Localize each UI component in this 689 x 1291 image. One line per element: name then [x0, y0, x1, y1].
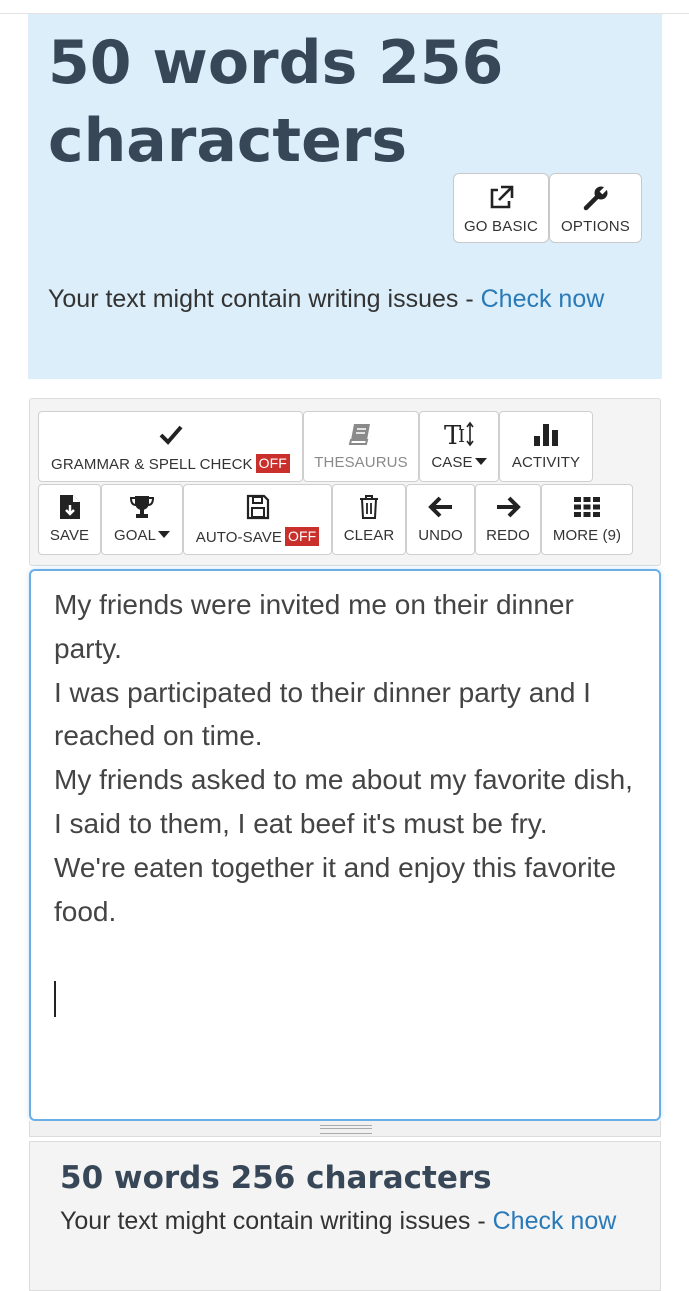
redo-button[interactable]: REDO: [475, 484, 541, 555]
book-icon: [304, 420, 418, 448]
grammar-label: GRAMMAR & SPELL CHECK: [51, 456, 253, 473]
grammar-off-badge: OFF: [255, 454, 290, 473]
floppy-disk-icon: [184, 493, 331, 521]
save-button[interactable]: SAVE: [38, 484, 101, 555]
arrow-right-icon: [476, 493, 540, 521]
chevron-down-icon: [158, 531, 171, 538]
goal-label: GOAL: [113, 527, 157, 544]
chevron-down-icon: [474, 458, 487, 465]
writing-issues-notice: Your text might contain writing issues -…: [48, 280, 648, 319]
editor-content[interactable]: My friends were invited me on their dinn…: [54, 583, 644, 933]
grammar-spell-check-button[interactable]: GRAMMAR & SPELL CHECK OFF: [38, 411, 303, 482]
editor-toolbar: GRAMMAR & SPELL CHECK OFF THESAURUS T I C…: [29, 398, 661, 566]
activity-button[interactable]: ACTIVITY: [499, 411, 593, 482]
options-button[interactable]: OPTIONS: [549, 173, 642, 243]
more-label: MORE (9): [552, 527, 622, 544]
stats-header-panel: 50 words 256 characters GO BASIC OPTIONS…: [28, 14, 662, 379]
go-basic-label: GO BASIC: [463, 218, 539, 235]
footer-check-now-link[interactable]: Check now: [493, 1207, 617, 1235]
trash-icon: [333, 493, 405, 521]
goal-dropdown-button[interactable]: GOAL: [101, 484, 183, 555]
footer-word-count: 50 words 256 characters: [60, 1160, 492, 1196]
clear-label: CLEAR: [343, 527, 395, 544]
word-count-title: 50 words 256 characters: [48, 28, 504, 176]
case-label: CASE: [431, 454, 473, 471]
arrow-left-icon: [407, 493, 474, 521]
stats-footer-panel: 50 words 256 characters Your text might …: [29, 1141, 661, 1291]
footer-writing-issues-notice: Your text might contain writing issues -…: [60, 1202, 640, 1241]
check-now-link[interactable]: Check now: [481, 285, 605, 313]
trophy-icon: [102, 493, 182, 521]
footer-writing-issues-text: Your text might contain writing issues -: [60, 1207, 493, 1235]
auto-save-button[interactable]: AUTO-SAVE OFF: [183, 484, 332, 555]
more-button[interactable]: MORE (9): [541, 484, 633, 555]
wrench-icon: [550, 184, 641, 212]
options-label: OPTIONS: [561, 218, 630, 235]
activity-label: ACTIVITY: [511, 454, 581, 471]
undo-button[interactable]: UNDO: [406, 484, 475, 555]
redo-label: REDO: [486, 527, 530, 544]
grip-icon: [320, 1125, 372, 1134]
auto-save-label: AUTO-SAVE: [195, 529, 282, 546]
writing-issues-text: Your text might contain writing issues -: [48, 285, 481, 313]
auto-save-off-badge: OFF: [284, 527, 320, 546]
save-file-icon: [39, 493, 100, 521]
case-dropdown-button[interactable]: T I CASE: [419, 411, 499, 482]
svg-text:I: I: [458, 426, 465, 447]
text-editor[interactable]: My friends were invited me on their dinn…: [29, 569, 661, 1121]
go-basic-button[interactable]: GO BASIC: [453, 173, 549, 243]
thesaurus-label: THESAURUS: [314, 454, 408, 471]
text-case-icon: T I: [420, 420, 498, 451]
external-link-icon: [454, 184, 548, 212]
checkmark-icon: [39, 420, 302, 448]
editor-resize-handle[interactable]: [29, 1121, 661, 1137]
bar-chart-icon: [500, 420, 592, 448]
undo-label: UNDO: [418, 527, 463, 544]
text-cursor: [54, 981, 56, 1017]
save-label: SAVE: [49, 527, 90, 544]
grid-icon: [542, 493, 632, 521]
clear-button[interactable]: CLEAR: [332, 484, 406, 555]
thesaurus-button[interactable]: THESAURUS: [303, 411, 419, 482]
